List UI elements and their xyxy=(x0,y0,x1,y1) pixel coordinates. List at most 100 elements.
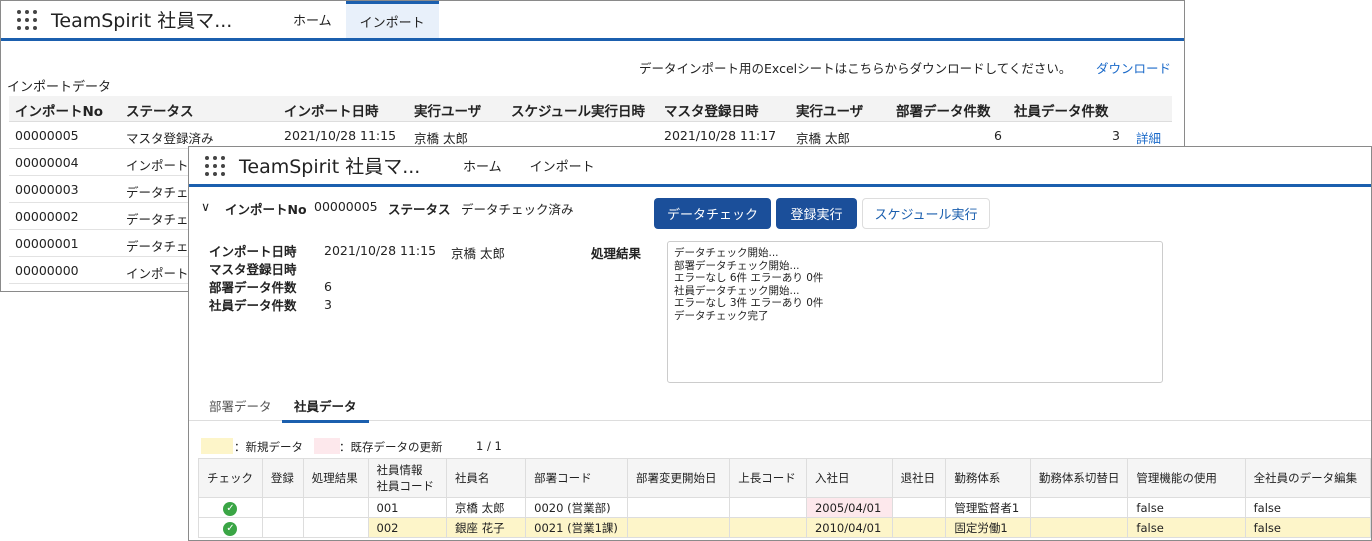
import-no: 00000005 xyxy=(15,128,79,143)
table-row: 00000005 マスタ登録済み 2021/10/28 11:15 京橋 太郎 … xyxy=(9,122,1172,149)
col-header[interactable]: チェック xyxy=(198,458,263,498)
check-ok-icon: ✓ xyxy=(223,521,238,536)
page-indicator: 1 / 1 xyxy=(476,439,502,453)
dept-count-label: 部署データ件数 xyxy=(209,280,297,295)
chevron-down-icon[interactable]: ∨ xyxy=(201,199,210,214)
legend-update: ：既存データの更新 xyxy=(339,440,443,454)
import-no: 00000003 xyxy=(15,182,79,197)
import-no: 00000004 xyxy=(15,155,79,170)
col-header[interactable]: 実行ユーザ xyxy=(796,100,863,120)
employee-name: 銀座 花子 xyxy=(445,517,527,538)
work-system: 管理監督者1 xyxy=(945,497,1031,518)
import-date: 2021/10/28 11:15 xyxy=(324,243,437,258)
col-header[interactable]: 社員データ件数 xyxy=(1014,100,1109,120)
emp-count: 3 xyxy=(1112,128,1120,143)
col-header[interactable]: 勤務体系 xyxy=(945,458,1031,498)
app-header: TeamSpirit 社員マ... ホーム インポート xyxy=(1,1,1184,41)
emp-count-label: 社員データ件数 xyxy=(209,298,297,313)
import-no: 00000005 xyxy=(314,199,378,214)
col-header[interactable]: 部署変更開始日 xyxy=(626,458,731,498)
status: データチェ xyxy=(126,212,189,227)
employee-code: 002 xyxy=(367,517,447,538)
col-header[interactable]: インポート日時 xyxy=(284,100,379,120)
detail-link[interactable]: 詳細 xyxy=(1136,128,1161,147)
col-header[interactable]: インポートNo xyxy=(15,100,103,120)
download-link[interactable]: ダウンロード xyxy=(1096,58,1171,77)
status: データチェ xyxy=(126,239,189,254)
master-date-label: マスタ登録日時 xyxy=(209,262,297,277)
admin-use: false xyxy=(1127,517,1246,538)
master-user: 京橋 太郎 xyxy=(796,131,850,146)
tab-import[interactable]: インポート xyxy=(345,1,439,38)
status-label: ステータス xyxy=(388,202,451,217)
tab-home[interactable]: ホーム xyxy=(449,147,516,184)
table-row[interactable]: ✓ 002 銀座 花子 0021 (営業1課) 2010/04/01 固定労働1… xyxy=(198,517,1372,538)
table-header: インポートNo ステータス インポート日時 実行ユーザ スケジュール実行日時 マ… xyxy=(9,96,1172,122)
import-no: 00000001 xyxy=(15,236,79,251)
col-header[interactable]: 部署データ件数 xyxy=(896,100,991,120)
schedule-button[interactable]: スケジュール実行 xyxy=(862,198,990,229)
col-header[interactable]: 登録 xyxy=(261,458,304,498)
master-date: 2021/10/28 11:17 xyxy=(664,128,777,143)
employee-name: 京橋 太郎 xyxy=(445,497,527,518)
col-header[interactable]: 実行ユーザ xyxy=(414,100,481,120)
tab-home[interactable]: ホーム xyxy=(279,1,346,38)
col-header[interactable]: 入社日 xyxy=(805,458,893,498)
import-no-label: インポートNo xyxy=(225,202,307,217)
app-title: TeamSpirit 社員マ... xyxy=(239,156,421,178)
check-ok-icon: ✓ xyxy=(223,501,238,516)
subtab-dept[interactable]: 部署データ xyxy=(209,396,272,415)
table-row[interactable]: ✓ 001 京橋 太郎 0020 (営業部) 2005/04/01 管理監督者1… xyxy=(198,497,1372,518)
col-header[interactable]: ステータス xyxy=(126,100,194,120)
import-detail-window: TeamSpirit 社員マ... ホーム インポート ∨ インポートNo 00… xyxy=(188,146,1372,541)
col-header[interactable]: スケジュール実行日時 xyxy=(511,100,645,120)
emp-count: 3 xyxy=(324,297,332,312)
app-launcher-icon[interactable] xyxy=(17,9,37,30)
detail-labels: インポート日時 マスタ登録日時 部署データ件数 社員データ件数 xyxy=(209,243,297,315)
col-header[interactable]: 社員名 xyxy=(445,458,527,498)
app-launcher-icon[interactable] xyxy=(205,155,225,176)
col-header[interactable]: 全社員のデータ編集 xyxy=(1244,458,1372,498)
result-label: 処理結果 xyxy=(591,246,642,261)
dept-code: 0020 (営業部) xyxy=(525,497,628,518)
status: データチェック済み xyxy=(461,202,574,217)
admin-use: false xyxy=(1127,497,1246,518)
col-header[interactable]: 処理結果 xyxy=(302,458,369,498)
register-button[interactable]: 登録実行 xyxy=(776,198,857,229)
app-title: TeamSpirit 社員マ... xyxy=(51,10,233,32)
section-title: インポートデータ xyxy=(7,80,112,95)
import-date-label: インポート日時 xyxy=(209,244,297,259)
table-header: チェック 登録 処理結果 社員情報 社員コード 社員名 部署コード 部署変更開始… xyxy=(198,458,1372,498)
tab-import[interactable]: インポート xyxy=(516,147,609,184)
col-header[interactable]: 上長コード xyxy=(729,458,807,498)
app-header: TeamSpirit 社員マ... ホーム インポート xyxy=(189,147,1371,187)
col-header[interactable]: 勤務体系切替日 xyxy=(1029,458,1129,498)
update-data-swatch xyxy=(314,438,340,454)
user: 京橋 太郎 xyxy=(414,131,468,146)
col-header[interactable]: 管理機能の使用 xyxy=(1127,458,1246,498)
result-textarea[interactable]: データチェック開始... 部署データチェック開始... エラーなし 6件 エラー… xyxy=(667,241,1163,383)
legend-new: ：新規データ xyxy=(234,440,303,454)
join-date: 2005/04/01 xyxy=(805,497,893,518)
join-date: 2010/04/01 xyxy=(805,517,893,538)
dept-code: 0021 (営業1課) xyxy=(525,517,628,538)
status: インポート xyxy=(126,158,189,173)
col-header[interactable]: 社員情報 社員コード xyxy=(367,458,447,498)
import-date: 2021/10/28 11:15 xyxy=(284,128,397,143)
employee-code: 001 xyxy=(367,497,447,518)
edit-all: false xyxy=(1244,517,1372,538)
dept-count: 6 xyxy=(324,279,332,294)
import-user: 京橋 太郎 xyxy=(451,246,505,261)
col-header[interactable]: 退社日 xyxy=(891,458,947,498)
status: データチェ xyxy=(126,185,189,200)
download-note: データインポート用のExcelシートはこちらからダウンロードしてください。 xyxy=(639,61,1072,76)
data-check-button[interactable]: データチェック xyxy=(654,198,771,229)
edit-all: false xyxy=(1244,497,1372,518)
new-data-swatch xyxy=(201,438,233,454)
status: マスタ登録済み xyxy=(126,131,214,146)
status: インポート xyxy=(126,266,189,281)
import-no: 00000002 xyxy=(15,209,79,224)
col-header[interactable]: マスタ登録日時 xyxy=(664,100,759,120)
col-header[interactable]: 部署コード xyxy=(525,458,628,498)
subtab-employee[interactable]: 社員データ xyxy=(282,396,369,423)
